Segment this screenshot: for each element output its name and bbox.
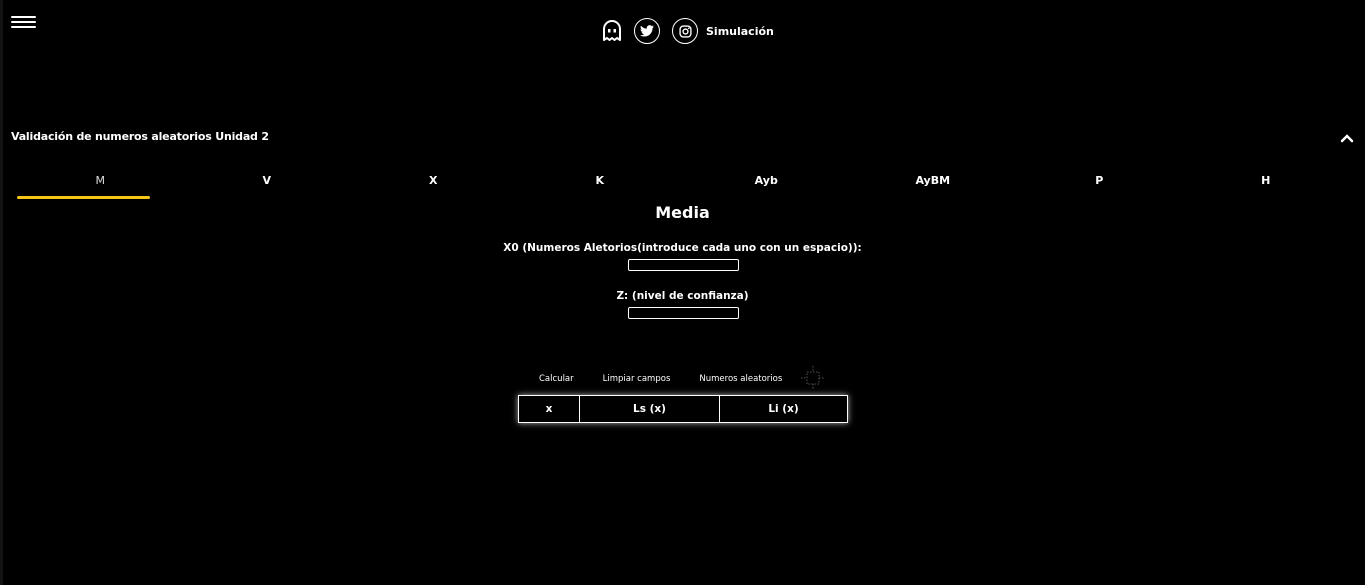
calcular-button[interactable]: Calcular	[539, 374, 574, 384]
tab-aybm[interactable]: AyBM	[850, 168, 1017, 202]
x0-input[interactable]	[628, 259, 739, 271]
twitter-icon[interactable]	[634, 18, 660, 44]
ghost-icon[interactable]	[598, 17, 626, 45]
results-table: x Ls (x) Li (x)	[518, 395, 848, 423]
limpiar-campos-button[interactable]: Limpiar campos	[603, 374, 671, 384]
section-title: Validación de numeros aleatorios Unidad …	[11, 130, 269, 143]
instagram-icon[interactable]	[672, 18, 698, 44]
column-header-li: Li (x)	[719, 395, 848, 423]
numeros-aleatorios-button[interactable]: Numeros aleatorios	[699, 374, 782, 384]
tab-x[interactable]: X	[350, 168, 517, 202]
z-label: Z: (nivel de confianza)	[616, 290, 749, 302]
tab-ayb[interactable]: Ayb	[683, 168, 850, 202]
tab-m[interactable]: M	[17, 168, 184, 202]
tab-h[interactable]: H	[1183, 168, 1350, 202]
menu-hamburger-icon[interactable]	[11, 16, 36, 32]
header-social: Simulación	[598, 16, 774, 46]
x0-label: X0 (Numeros Aletorios(introduce cada uno…	[503, 242, 862, 254]
tab-bar: M V X K Ayb AyBM P H	[17, 168, 1349, 202]
tab-v[interactable]: V	[184, 168, 351, 202]
form-title: Media	[655, 203, 710, 222]
tab-p[interactable]: P	[1016, 168, 1183, 202]
menu-bar	[11, 21, 36, 23]
column-header-ls: Ls (x)	[579, 395, 720, 423]
tab-k[interactable]: K	[517, 168, 684, 202]
column-header-x: x	[518, 395, 580, 423]
chevron-up-icon[interactable]	[1340, 133, 1354, 143]
menu-bar	[11, 16, 36, 18]
menu-bar	[11, 26, 36, 28]
z-input[interactable]	[628, 307, 739, 319]
move-icon[interactable]	[800, 365, 826, 391]
action-buttons: Calcular Limpiar campos Numeros aleatori…	[520, 370, 782, 388]
table-header-row: x Ls (x) Li (x)	[518, 395, 848, 423]
simulacion-link[interactable]: Simulación	[706, 25, 774, 38]
